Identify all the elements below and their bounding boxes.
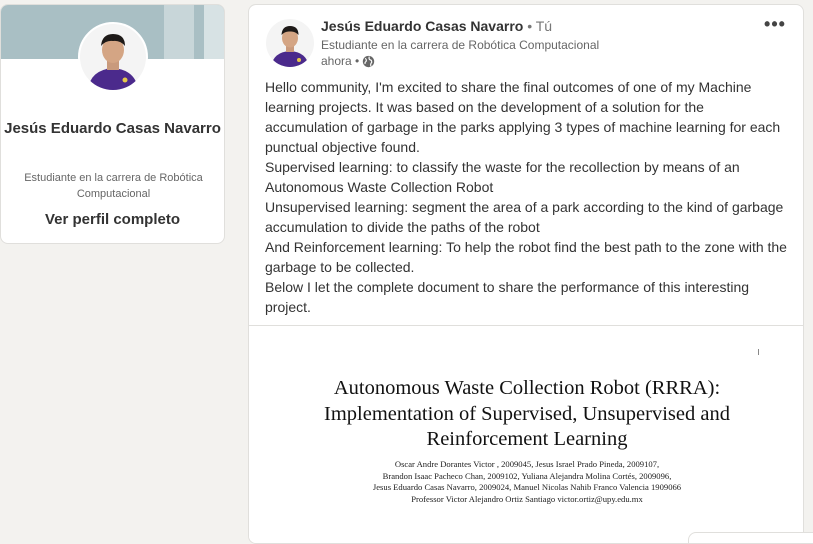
view-full-profile-link[interactable]: Ver perfil completo [1, 211, 224, 228]
document-page-mark [758, 349, 759, 355]
document-author-line: Professor Victor Alejandro Ortiz Santiag… [411, 493, 643, 504]
document-authors: Oscar Andre Dorantes Victor , 2009045, J… [279, 459, 775, 505]
post-card: Jesús Eduardo Casas Navarro • Tú Estudia… [248, 4, 804, 544]
document-author-line: Jesus Eduardo Casas Navarro, 2009024, Ma… [372, 482, 682, 492]
document-author-line: Brandon Isaac Pacheco Chan, 2009102, Yul… [382, 470, 672, 481]
post-paragraph: Supervised learning: to classify the was… [265, 159, 740, 195]
post-paragraph: And Reinforcement learning: To help the … [265, 239, 787, 275]
avatar-photo [80, 24, 146, 90]
post-paragraph: Unsupervised learning: segment the area … [265, 199, 784, 235]
timestamp-text: ahora • [321, 54, 360, 68]
profile-card: Jesús Eduardo Casas Navarro Estudiante e… [0, 4, 225, 244]
author-avatar[interactable] [266, 19, 314, 67]
banner-decoration [164, 5, 194, 59]
post-timestamp: ahora • [321, 54, 375, 68]
connection-degree: • Tú [523, 18, 553, 34]
author-name[interactable]: Jesús Eduardo Casas Navarro [321, 18, 523, 34]
document-title: Autonomous Waste Collection Robot (RRRA)… [324, 377, 730, 450]
author-headline: Estudiante en la carrera de Robótica Com… [321, 38, 600, 52]
profile-headline: Estudiante en la carrera de Robótica Com… [24, 172, 203, 200]
banner-decoration [204, 5, 224, 59]
messaging-widget[interactable] [688, 532, 813, 544]
profile-name[interactable]: Jesús Eduardo Casas Navarro [1, 117, 224, 140]
globe-icon [362, 55, 375, 68]
document-author-line: Oscar Andre Dorantes Victor , 2009045, J… [394, 459, 660, 469]
profile-avatar[interactable] [78, 22, 148, 92]
author-line: Jesús Eduardo Casas Navarro • Tú [321, 18, 552, 34]
avatar-photo [266, 19, 314, 67]
post-paragraph: Hello community, I'm excited to share th… [265, 79, 781, 155]
more-options-button[interactable]: ••• [763, 13, 787, 37]
post-paragraph: Below I let the complete document to sha… [265, 279, 750, 315]
document-preview[interactable]: Autonomous Waste Collection Robot (RRRA)… [249, 326, 803, 543]
post-body: Hello community, I'm excited to share th… [265, 77, 789, 317]
